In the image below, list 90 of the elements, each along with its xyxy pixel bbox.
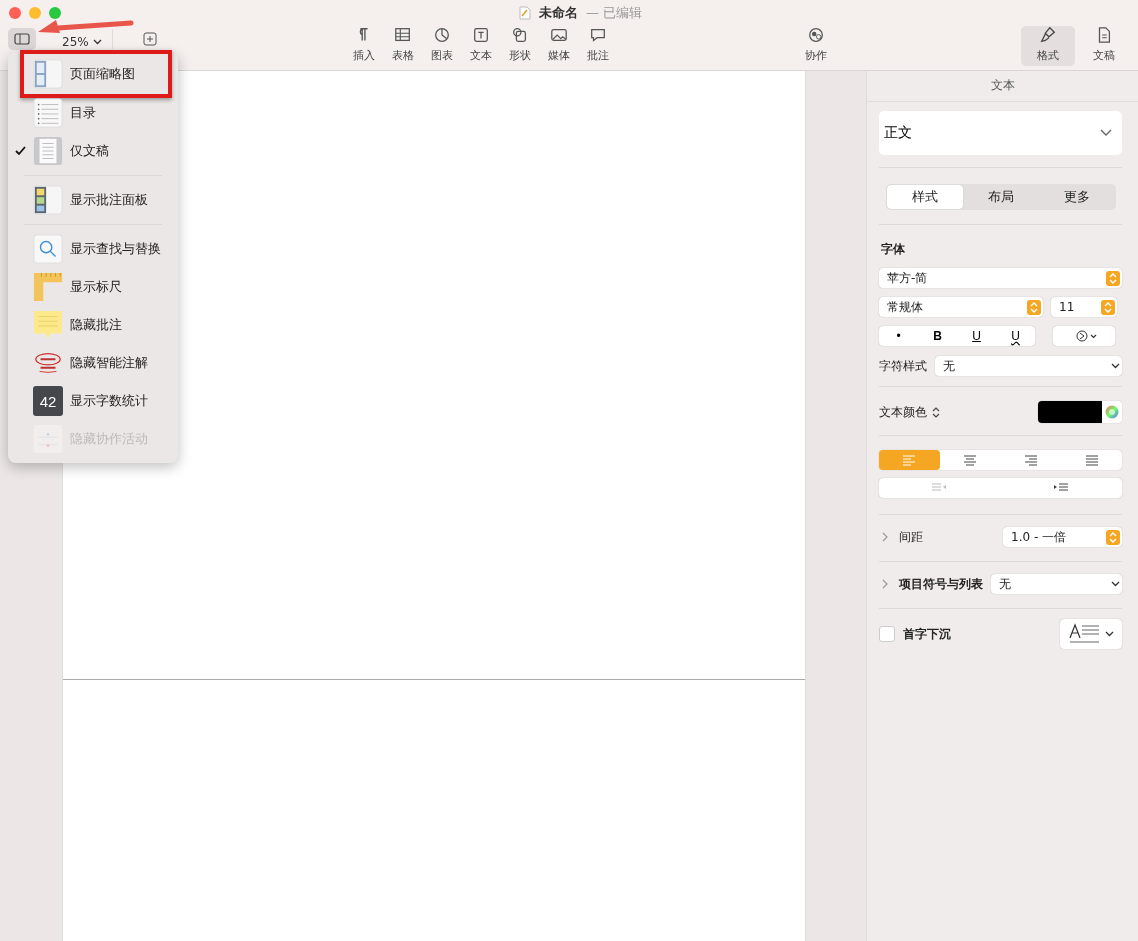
chart-icon [432, 26, 451, 44]
toolbar-button[interactable]: 文本 [461, 26, 500, 63]
play-circle-icon [1076, 330, 1098, 342]
table-icon [393, 26, 412, 44]
toc-icon [33, 98, 63, 128]
chevron-icon [1100, 129, 1112, 137]
align-left-icon [903, 454, 916, 466]
toolbar-button[interactable]: 媒体 [539, 26, 578, 63]
zoom-button[interactable] [49, 7, 61, 19]
doc-icon [33, 136, 63, 166]
bullets-dropdown[interactable]: 无 [991, 574, 1122, 594]
comment-icon [588, 26, 607, 44]
people-icon [807, 26, 825, 44]
segment-tab[interactable]: 更多 [1038, 185, 1115, 209]
section-heading: 字体 [881, 241, 906, 258]
search-icon [33, 234, 63, 264]
indent-icon [1053, 483, 1070, 493]
chevron-icon [1104, 631, 1114, 637]
menu-item[interactable]: 显示查找与替换 [8, 230, 178, 268]
inspector-tab[interactable]: 文稿 [1084, 26, 1124, 66]
field-label: 文本颜色 [879, 403, 927, 421]
drop-cap-icon [1068, 623, 1101, 645]
thumbs-icon [33, 59, 63, 89]
sidebar-toggle-button[interactable] [8, 28, 36, 50]
chevron-icon [1111, 581, 1120, 587]
menu-item[interactable]: 显示批注面板 [8, 181, 178, 230]
chevron-icon [92, 39, 102, 45]
text-icon [471, 26, 490, 44]
paragraph-style-dropdown[interactable]: 正文 [879, 111, 1122, 155]
text-style-button[interactable]: B [918, 329, 957, 343]
up-down-arrows-icon [1109, 531, 1117, 543]
collaborate-button[interactable]: 协作 [791, 26, 841, 63]
count-badge: 42 [33, 386, 63, 416]
toolbar-button[interactable]: 批注 [578, 26, 617, 63]
outdent-icon [931, 483, 948, 493]
inspector-tab[interactable]: 格式 [1021, 26, 1075, 66]
up-down-arrows-icon [1104, 301, 1112, 313]
field-label: 间距 [899, 528, 924, 546]
up-down-arrows-icon [1030, 301, 1038, 313]
drop-cap-style-dropdown[interactable] [1060, 619, 1122, 649]
align-button[interactable] [879, 450, 940, 470]
up-down-arrows-icon [1109, 272, 1117, 284]
align-center-icon [964, 454, 977, 466]
text-style-button[interactable]: U [957, 329, 996, 343]
color-wheel-icon[interactable] [1105, 405, 1119, 419]
toolbar-button[interactable]: 插入 [344, 26, 383, 63]
color-swatch[interactable] [1038, 401, 1102, 423]
window-title: 未命名 [539, 4, 578, 22]
align-justify-icon [1085, 454, 1098, 466]
activity-icon [33, 424, 63, 454]
edited-status: — 已编辑 [586, 4, 643, 22]
field-label: 项目符号与列表 [899, 575, 983, 593]
document-icon [519, 6, 531, 20]
field-label: 首字下沉 [903, 625, 951, 643]
segment-tab[interactable]: 样式 [886, 185, 963, 209]
sidebar-icon [14, 33, 30, 45]
menu-item[interactable]: 隐藏智能注解 [8, 344, 178, 382]
text-options-dropdown[interactable] [1053, 326, 1115, 346]
close-button[interactable] [9, 7, 21, 19]
chevron-icon [1111, 363, 1120, 369]
align-right-icon [1024, 454, 1037, 466]
menu-item[interactable]: 42 显示字数统计 [8, 382, 178, 420]
shape-icon [510, 26, 529, 44]
text-style-button[interactable]: U [996, 329, 1035, 343]
menu-item[interactable]: 隐藏批注 [8, 306, 178, 344]
menu-item[interactable]: 显示标尺 [8, 268, 178, 306]
up-down-arrows-icon[interactable] [932, 406, 940, 418]
toolbar-button[interactable]: 表格 [383, 26, 422, 63]
character-style-dropdown[interactable]: 无 [935, 356, 1122, 376]
add-page-icon[interactable] [142, 32, 157, 46]
menu-item[interactable]: 仅文稿 [8, 132, 178, 181]
toolbar-button[interactable]: 图表 [422, 26, 461, 63]
panel-icon [33, 185, 63, 215]
font-weight-dropdown[interactable]: 常规体 [879, 297, 1043, 317]
toolbar-button[interactable]: 形状 [500, 26, 539, 63]
minimize-button[interactable] [29, 7, 41, 19]
checkbox[interactable] [879, 626, 895, 642]
spacing-dropdown[interactable]: 1.0 - 一倍 [1003, 527, 1122, 547]
brush-icon [1039, 26, 1057, 44]
font-family-dropdown[interactable]: 苹方-简 [879, 268, 1122, 288]
text-style-button[interactable]: • [879, 329, 918, 343]
note-icon [33, 310, 63, 340]
font-size-field[interactable]: 11 [1051, 297, 1117, 317]
segment-tab[interactable]: 布局 [962, 185, 1039, 209]
media-icon [549, 26, 568, 44]
ruler-icon [33, 272, 63, 302]
sidebar-title: 文本 [867, 71, 1138, 102]
field-label: 字符样式 [879, 357, 927, 375]
menu-item[interactable]: 页面缩略图 [20, 50, 172, 98]
zoom-dropdown[interactable]: 25% [62, 35, 102, 49]
